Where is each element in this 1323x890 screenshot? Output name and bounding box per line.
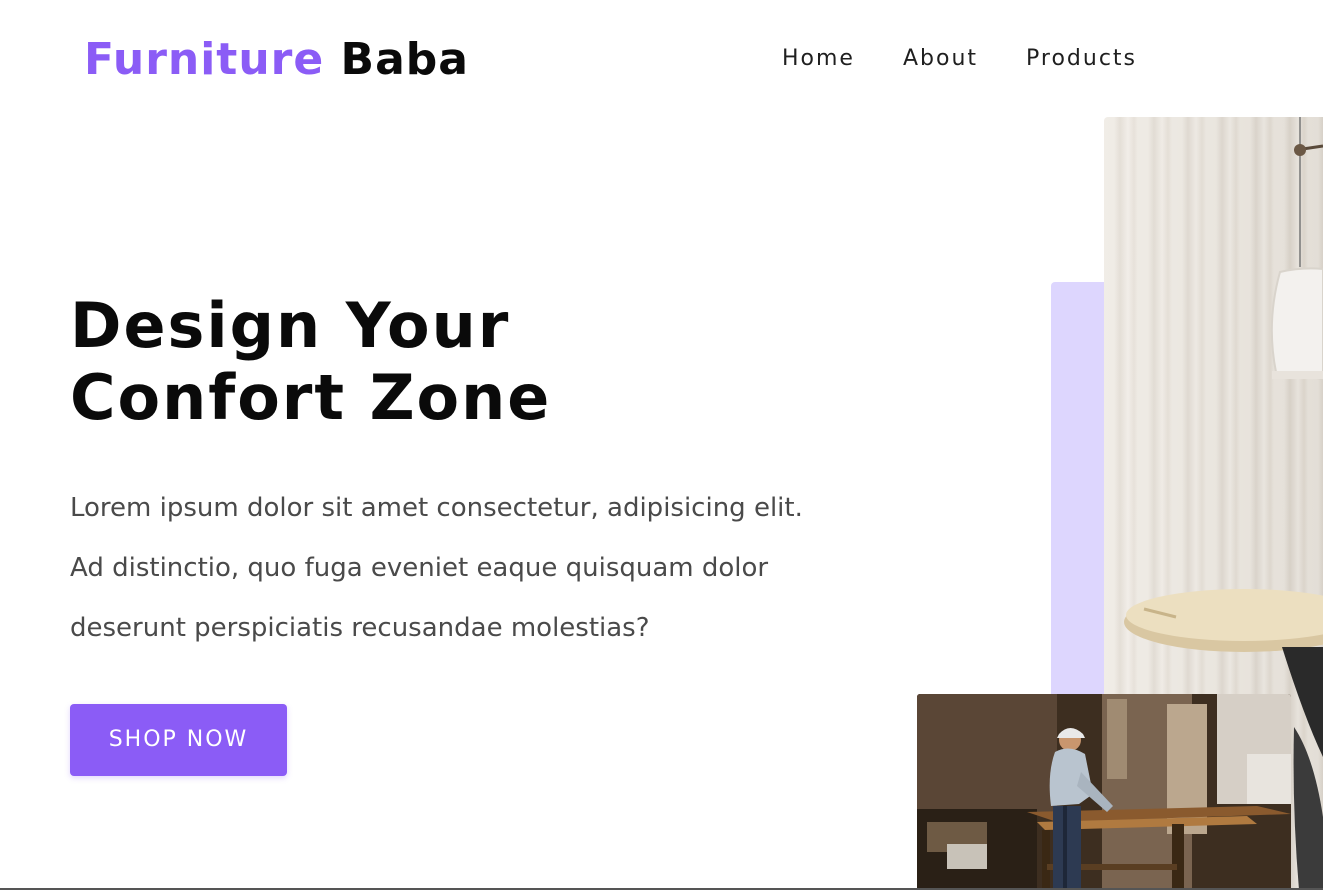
nav-item-products[interactable]: Products: [1026, 44, 1137, 74]
hero-description-line: Lorem ipsum dolor sit amet consectetur, …: [70, 493, 803, 523]
brand-logo[interactable]: Furniture Baba: [84, 32, 469, 88]
nav-item-home[interactable]: Home: [782, 44, 855, 74]
hero-description-line: Ad distinctio, quo fuga eveniet eaque qu…: [70, 553, 769, 583]
brand-logo-accent: Furniture: [84, 34, 325, 85]
main-nav: Home About Products: [782, 44, 1185, 74]
brand-logo-rest: Baba: [340, 34, 469, 85]
hero-title-line: Design Your: [70, 289, 511, 362]
hero-description-line: deserunt perspiciatis recusandae molesti…: [70, 613, 650, 643]
shop-now-button[interactable]: SHOP NOW: [70, 704, 287, 776]
workshop-craftsman-image: [917, 694, 1291, 890]
hero-title-line: Confort Zone: [70, 361, 552, 434]
nav-item-about[interactable]: About: [903, 44, 978, 74]
hero-title: Design Your Confort Zone: [70, 290, 551, 434]
hero-description: Lorem ipsum dolor sit amet consectetur, …: [70, 478, 840, 658]
